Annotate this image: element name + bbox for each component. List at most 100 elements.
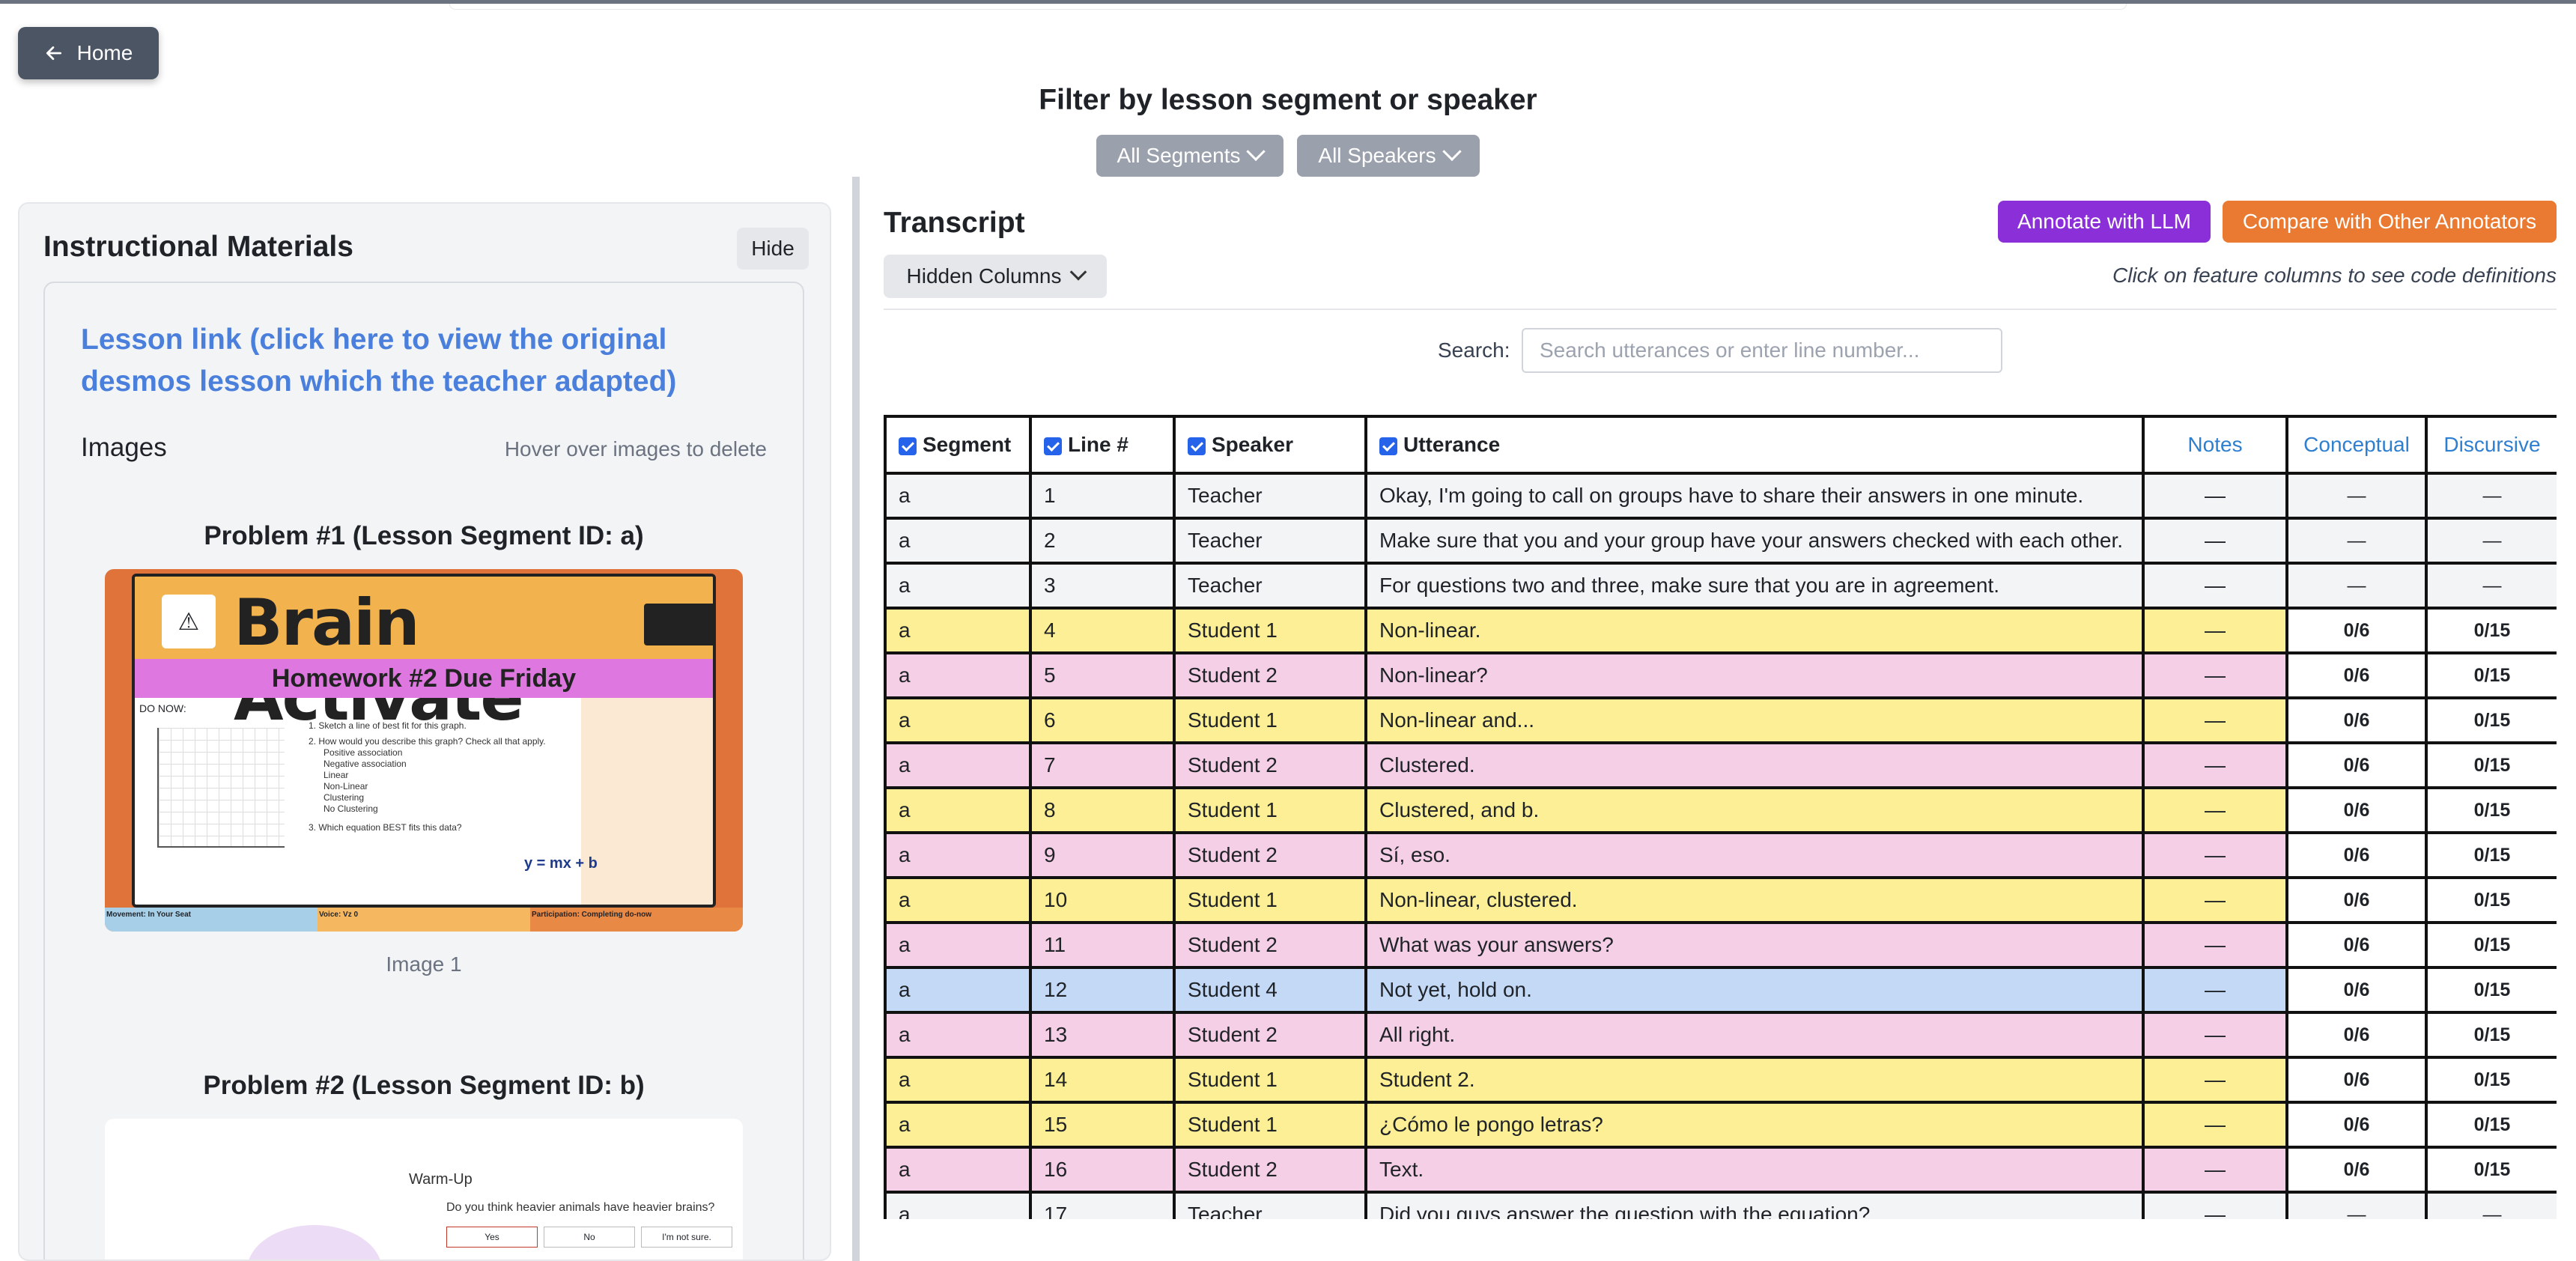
cell-discursive[interactable]: 0/15 xyxy=(2425,1056,2557,1104)
speakers-dropdown[interactable]: All Speakers xyxy=(1297,135,1480,177)
column-header-discursive[interactable]: Discursive xyxy=(2425,415,2557,475)
cell-discursive[interactable]: 0/15 xyxy=(2425,741,2557,789)
column-header-notes[interactable]: Notes xyxy=(2142,415,2288,475)
panel-resize-handle[interactable] xyxy=(852,177,860,1261)
table-row[interactable]: a 1 Teacher Okay, I'm going to call on grou… xyxy=(884,472,2557,520)
cell-notes[interactable]: — xyxy=(2142,472,2288,520)
table-row[interactable]: a 15 Student 1 ¿Cómo le pongo letras? —0/6 0/… xyxy=(884,1101,2557,1149)
cell-discursive[interactable]: — xyxy=(2425,472,2557,520)
cell-conceptual[interactable]: 0/6 xyxy=(2285,651,2428,699)
cell-conceptual[interactable]: 0/6 xyxy=(2285,741,2428,789)
cell-notes[interactable]: — xyxy=(2142,1056,2288,1104)
table-row[interactable]: a 3 Teacher For questions two and three, ma… xyxy=(884,562,2557,610)
cell-notes[interactable]: — xyxy=(2142,696,2288,744)
compare-annotators-button[interactable]: Compare with Other Annotators xyxy=(2223,201,2557,243)
column-header-conceptual[interactable]: Conceptual xyxy=(2285,415,2428,475)
cell-conceptual[interactable]: 0/6 xyxy=(2285,876,2428,924)
cell-line: 4 xyxy=(1029,607,1176,654)
table-row[interactable]: a 17 Teacher Did you guys answer the questi… xyxy=(884,1191,2557,1219)
table-row[interactable]: a 9 Student 2 Sí, eso. —0/6 0/15 xyxy=(884,831,2557,879)
cell-notes[interactable]: — xyxy=(2142,1101,2288,1149)
cell-notes[interactable]: — xyxy=(2142,966,2288,1014)
slide-option: Positive association xyxy=(323,747,403,758)
cell-notes[interactable]: — xyxy=(2142,741,2288,789)
problem-1-image[interactable]: ⚠ Brain Activate Homework #2 Due Friday … xyxy=(105,569,743,932)
cell-discursive[interactable]: 0/15 xyxy=(2425,651,2557,699)
cell-utterance: Not yet, hold on. xyxy=(1364,966,2145,1014)
cell-discursive[interactable]: — xyxy=(2425,517,2557,565)
cell-notes[interactable]: — xyxy=(2142,607,2288,654)
table-row[interactable]: a 16 Student 2 Text. —0/6 0/15 xyxy=(884,1146,2557,1194)
cell-segment: a xyxy=(884,1011,1032,1059)
home-button[interactable]: Home xyxy=(18,27,159,79)
cell-notes[interactable]: — xyxy=(2142,1011,2288,1059)
cell-conceptual[interactable]: 0/6 xyxy=(2285,831,2428,879)
table-row[interactable]: a 11 Student 2 What was your answers? —0/6 0/… xyxy=(884,921,2557,969)
cell-discursive[interactable]: — xyxy=(2425,1191,2557,1219)
slide-option: Negative association xyxy=(323,759,407,769)
cell-discursive[interactable]: 0/15 xyxy=(2425,876,2557,924)
cell-discursive[interactable]: 0/15 xyxy=(2425,786,2557,834)
column-header-segment[interactable]: Segment xyxy=(884,415,1032,475)
cell-notes[interactable]: — xyxy=(2142,831,2288,879)
cell-discursive[interactable]: 0/15 xyxy=(2425,1011,2557,1059)
cell-discursive[interactable]: 0/15 xyxy=(2425,831,2557,879)
cell-conceptual[interactable]: 0/6 xyxy=(2285,1011,2428,1059)
cell-notes[interactable]: — xyxy=(2142,562,2288,610)
cell-conceptual[interactable]: — xyxy=(2285,1191,2428,1219)
cell-conceptual[interactable]: 0/6 xyxy=(2285,1056,2428,1104)
cell-discursive[interactable]: 0/15 xyxy=(2425,607,2557,654)
cell-notes[interactable]: — xyxy=(2142,651,2288,699)
cell-conceptual[interactable]: 0/6 xyxy=(2285,1146,2428,1194)
checkbox[interactable] xyxy=(1379,437,1397,455)
cell-conceptual[interactable]: — xyxy=(2285,562,2428,610)
cell-discursive[interactable]: — xyxy=(2425,562,2557,610)
annotate-with-llm-button[interactable]: Annotate with LLM xyxy=(1998,201,2211,243)
cell-conceptual[interactable]: — xyxy=(2285,472,2428,520)
column-header-utterance[interactable]: Utterance xyxy=(1364,415,2145,475)
table-row[interactable]: a 12 Student 4 Not yet, hold on. —0/6 0/15 xyxy=(884,966,2557,1014)
cell-notes[interactable]: — xyxy=(2142,786,2288,834)
checkbox[interactable] xyxy=(1044,437,1062,455)
cell-conceptual[interactable]: 0/6 xyxy=(2285,1101,2428,1149)
cell-conceptual[interactable]: 0/6 xyxy=(2285,921,2428,969)
table-row[interactable]: a 13 Student 2 All right. —0/6 0/15 xyxy=(884,1011,2557,1059)
cell-line: 8 xyxy=(1029,786,1176,834)
cell-notes[interactable]: — xyxy=(2142,1191,2288,1219)
column-header-line[interactable]: Line # xyxy=(1029,415,1176,475)
transcript-table-container[interactable]: Segment Line # Speaker Utterance Notes C… xyxy=(884,415,2557,1219)
cell-discursive[interactable]: 0/15 xyxy=(2425,1146,2557,1194)
problem-2-image[interactable]: Warm-Up Do you think heavier animals hav… xyxy=(105,1119,743,1260)
table-row[interactable]: a 10 Student 1 Non-linear, clustered. —0/6 0/… xyxy=(884,876,2557,924)
table-row[interactable]: a 6 Student 1 Non-linear and... —0/6 0/15 xyxy=(884,696,2557,744)
cell-discursive[interactable]: 0/15 xyxy=(2425,696,2557,744)
cell-notes[interactable]: — xyxy=(2142,517,2288,565)
segments-dropdown[interactable]: All Segments xyxy=(1096,135,1284,177)
cell-notes[interactable]: — xyxy=(2142,876,2288,924)
cell-speaker: Teacher xyxy=(1173,517,1367,565)
checkbox[interactable] xyxy=(1188,437,1206,455)
table-row[interactable]: a 14 Student 1 Student 2. —0/6 0/15 xyxy=(884,1056,2557,1104)
cell-notes[interactable]: — xyxy=(2142,1146,2288,1194)
cell-conceptual[interactable]: 0/6 xyxy=(2285,966,2428,1014)
column-header-speaker[interactable]: Speaker xyxy=(1173,415,1367,475)
cell-notes[interactable]: — xyxy=(2142,921,2288,969)
cell-conceptual[interactable]: 0/6 xyxy=(2285,696,2428,744)
hidden-columns-dropdown[interactable]: Hidden Columns xyxy=(884,255,1107,298)
cell-utterance: Okay, I'm going to call on groups have t… xyxy=(1364,472,2145,520)
cell-conceptual[interactable]: 0/6 xyxy=(2285,786,2428,834)
checkbox[interactable] xyxy=(899,437,917,455)
table-row[interactable]: a 2 Teacher Make sure that you and your gro… xyxy=(884,517,2557,565)
cell-discursive[interactable]: 0/15 xyxy=(2425,966,2557,1014)
table-row[interactable]: a 4 Student 1 Non-linear. —0/6 0/15 xyxy=(884,607,2557,654)
cell-conceptual[interactable]: — xyxy=(2285,517,2428,565)
lesson-link[interactable]: Lesson link (click here to view the orig… xyxy=(81,319,755,403)
table-row[interactable]: a 7 Student 2 Clustered. —0/6 0/15 xyxy=(884,741,2557,789)
cell-discursive[interactable]: 0/15 xyxy=(2425,921,2557,969)
search-input[interactable] xyxy=(1522,328,2002,373)
table-row[interactable]: a 8 Student 1 Clustered, and b. —0/6 0/15 xyxy=(884,786,2557,834)
table-row[interactable]: a 5 Student 2 Non-linear? —0/6 0/15 xyxy=(884,651,2557,699)
cell-discursive[interactable]: 0/15 xyxy=(2425,1101,2557,1149)
hide-button[interactable]: Hide xyxy=(737,228,809,270)
cell-conceptual[interactable]: 0/6 xyxy=(2285,607,2428,654)
